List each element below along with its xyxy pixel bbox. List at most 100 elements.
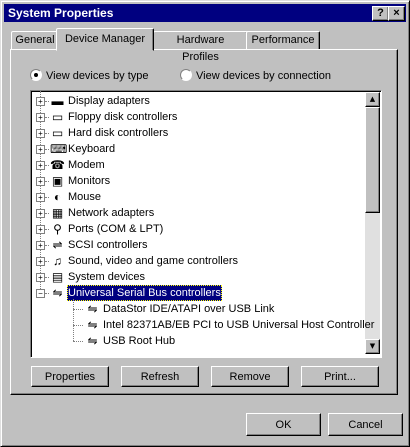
tree-item-label: Floppy disk controllers [68, 111, 178, 123]
tree-item[interactable]: + ⚲ Ports (COM & LPT) [31, 221, 361, 237]
port-icon: ⚲ [53, 222, 62, 236]
usb-device-icon: ⇋ [87, 302, 98, 316]
tree-item[interactable]: + ▭ Floppy disk controllers [31, 109, 361, 125]
collapse-toggle-icon[interactable]: − [36, 289, 45, 298]
expand-toggle-icon[interactable]: + [36, 177, 45, 186]
tree-item-label: Network adapters [68, 207, 155, 219]
display-adapter-icon: ▬ [51, 94, 64, 108]
tree-item[interactable]: + ▤ System devices [31, 269, 361, 285]
tree-connector [45, 277, 49, 278]
tree-item-label: System devices [68, 271, 146, 283]
tree-item-label: SCSI controllers [68, 239, 148, 251]
scroll-down-button[interactable]: ▼ [365, 339, 380, 354]
expand-toggle-icon[interactable]: + [36, 97, 45, 106]
usb-controller-icon: ⇋ [52, 286, 63, 300]
tree-item[interactable]: − ⇋ Universal Serial Bus controllers [31, 285, 361, 301]
tree-child-label: USB Root Hub [103, 335, 176, 347]
usb-device-icon: ⇋ [87, 318, 98, 332]
scsi-controller-icon: ⇌ [52, 238, 63, 252]
tree-connector [45, 245, 49, 246]
tree-item-label: Hard disk controllers [68, 127, 169, 139]
expand-toggle-icon[interactable]: + [36, 193, 45, 202]
system-properties-window: System Properties ? × General Device Man… [0, 0, 410, 447]
tree-item-label: Universal Serial Bus controllers [67, 285, 222, 301]
scroll-up-button[interactable]: ▲ [365, 92, 380, 107]
tree-connector [45, 229, 49, 230]
tree-item[interactable]: + ⌨ Keyboard [31, 141, 361, 157]
hard-disk-controller-icon: ▭ [51, 126, 64, 140]
expand-toggle-icon[interactable]: + [36, 129, 45, 138]
mouse-icon: ◐ [53, 190, 62, 204]
tab-performance[interactable]: Performance [246, 31, 320, 49]
scroll-thumb[interactable] [365, 107, 380, 213]
tree-item[interactable]: + ▦ Network adapters [31, 205, 361, 221]
tree-child-label: Intel 82371AB/EB PCI to USB Universal Ho… [103, 319, 375, 331]
tab-hardware-profiles[interactable]: Hardware Profiles [153, 31, 248, 63]
usb-device-icon: ⇋ [87, 334, 98, 348]
print-button[interactable]: Print... [301, 366, 379, 387]
tree-item[interactable]: + ▣ Monitors [31, 173, 361, 189]
expand-toggle-icon[interactable]: + [36, 209, 45, 218]
keyboard-icon: ⌨ [50, 142, 68, 156]
window-title: System Properties [8, 6, 114, 20]
remove-button[interactable]: Remove [211, 366, 289, 387]
tree-child-label: DataStor IDE/ATAPI over USB Link [103, 303, 275, 315]
tree-connector [73, 325, 83, 326]
floppy-controller-icon: ▭ [51, 110, 64, 124]
tree-item[interactable]: + ☎ Modem [31, 157, 361, 173]
tree-connector [45, 261, 49, 262]
properties-button[interactable]: Properties [31, 366, 109, 387]
view-by-type-radio[interactable] [30, 69, 42, 81]
tree-connector [73, 341, 83, 342]
ok-button[interactable]: OK [246, 413, 321, 436]
tree-connector [45, 101, 49, 102]
help-button[interactable]: ? [372, 6, 389, 21]
tree-item-label: Mouse [68, 191, 102, 203]
tree-connector [45, 165, 49, 166]
monitor-icon: ▣ [51, 174, 64, 188]
expand-toggle-icon[interactable]: + [36, 145, 45, 154]
tree-item-label: Ports (COM & LPT) [68, 223, 164, 235]
tree-child-item[interactable]: ⇋ USB Root Hub [31, 333, 361, 349]
expand-toggle-icon[interactable]: + [36, 225, 45, 234]
device-tree[interactable]: ▲ ▼ + ▬ Display adapters + ▭ Floppy disk cont… [30, 90, 382, 358]
expand-toggle-icon[interactable]: + [36, 161, 45, 170]
close-button[interactable]: × [388, 6, 405, 21]
system-devices-icon: ▤ [51, 270, 64, 284]
expand-toggle-icon[interactable]: + [36, 113, 45, 122]
tree-connector [45, 197, 49, 198]
tab-general[interactable]: General [11, 31, 59, 49]
tree-child-item[interactable]: ⇋ DataStor IDE/ATAPI over USB Link [31, 301, 361, 317]
tree-child-item[interactable]: ⇋ Intel 82371AB/EB PCI to USB Universal H… [31, 317, 374, 333]
tree-connector [45, 133, 49, 134]
sound-controller-icon: ♫ [53, 254, 62, 268]
tree-item-label: Monitors [68, 175, 111, 187]
tree-item[interactable]: + ▭ Hard disk controllers [31, 125, 361, 141]
tree-connector [45, 213, 49, 214]
tree-connector [73, 309, 83, 310]
tree-item[interactable]: + ⇌ SCSI controllers [31, 237, 361, 253]
cancel-button[interactable]: Cancel [328, 413, 403, 436]
view-by-type-label: View devices by type [46, 70, 149, 82]
tree-connector [45, 181, 49, 182]
expand-toggle-icon[interactable]: + [36, 273, 45, 282]
tab-device-manager[interactable]: Device Manager [56, 28, 154, 51]
tree-connector [45, 149, 49, 150]
title-bar[interactable]: System Properties ? × [4, 4, 406, 22]
tree-connector [45, 293, 49, 294]
expand-toggle-icon[interactable]: + [36, 257, 45, 266]
tree-item-label: Keyboard [68, 143, 116, 155]
tree-connector [73, 299, 74, 341]
tree-item-label: Sound, video and game controllers [68, 255, 238, 267]
tree-connector [45, 117, 49, 118]
tree-item[interactable]: + ♫ Sound, video and game controllers [31, 253, 361, 269]
expand-toggle-icon[interactable]: + [36, 241, 45, 250]
view-by-connection-radio[interactable] [180, 69, 192, 81]
tree-item[interactable]: + ▬ Display adapters [31, 93, 361, 109]
modem-icon: ☎ [50, 158, 65, 172]
refresh-button[interactable]: Refresh [121, 366, 199, 387]
tree-item-label: Display adapters [68, 95, 150, 107]
tree-scrollbar[interactable]: ▲ ▼ [365, 92, 380, 354]
tree-item[interactable]: + ◐ Mouse [31, 189, 361, 205]
tree-item-label: Modem [68, 159, 105, 171]
